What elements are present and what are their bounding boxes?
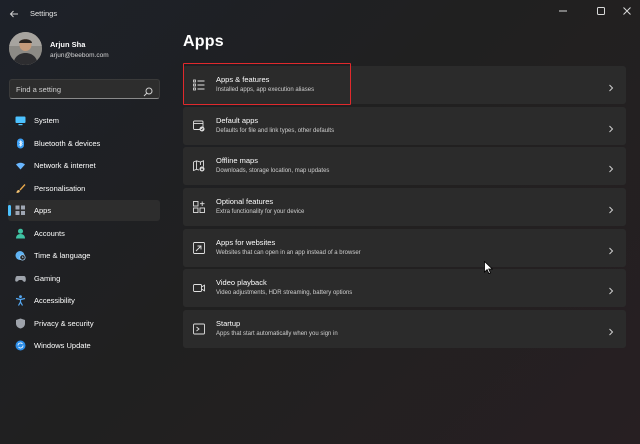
user-name: Arjun Sha xyxy=(50,40,86,49)
update-icon xyxy=(15,340,26,351)
apps-icon xyxy=(15,205,26,216)
card-apps-features[interactable]: Apps & features Installed apps, app exec… xyxy=(183,66,626,104)
search-icon xyxy=(143,84,153,102)
monitor-icon xyxy=(15,115,26,126)
card-offline-maps[interactable]: Offline maps Downloads, storage location… xyxy=(183,147,626,186)
sidebar-item-apps[interactable]: Apps xyxy=(8,200,160,221)
sidebar-item-label: Bluetooth & devices xyxy=(34,138,101,148)
chevron-right-icon xyxy=(607,283,615,295)
user-email: arjun@beebom.com xyxy=(50,52,109,59)
sidebar-item-label: Time & language xyxy=(34,251,91,260)
card-title: Apps for websites xyxy=(216,237,276,247)
card-subtitle: Defaults for file and link types, other … xyxy=(216,127,335,134)
card-title: Optional features xyxy=(216,197,274,207)
map-download-icon xyxy=(193,160,205,172)
card-subtitle: Installed apps, app execution aliases xyxy=(216,87,315,93)
sidebar-item-network[interactable]: Network & internet xyxy=(8,155,160,176)
sidebar-item-label: Accessibility xyxy=(34,296,75,305)
default-apps-icon xyxy=(193,120,205,132)
card-subtitle: Websites that can open in an app instead… xyxy=(216,249,361,256)
wifi-icon xyxy=(15,160,26,171)
add-features-icon xyxy=(193,201,205,214)
mouse-pointer-icon xyxy=(484,260,494,279)
card-startup[interactable]: Startup Apps that start automatically wh… xyxy=(183,310,626,349)
bluetooth-icon xyxy=(15,138,26,149)
sidebar-item-label: Apps xyxy=(34,206,52,215)
sidebar-nav: System Bluetooth & devices Network & int… xyxy=(8,110,160,358)
chevron-right-icon xyxy=(607,80,615,92)
card-subtitle: Downloads, storage location, map updates xyxy=(216,168,330,175)
close-icon[interactable] xyxy=(616,4,638,18)
search-placeholder: Find a setting xyxy=(16,85,62,94)
card-title: Offline maps xyxy=(216,156,258,166)
sidebar-item-label: Privacy & security xyxy=(34,318,94,328)
video-icon xyxy=(193,282,205,294)
card-title: Video playback xyxy=(216,278,267,288)
sidebar-item-system[interactable]: System xyxy=(8,110,160,131)
sidebar-item-privacy[interactable]: Privacy & security xyxy=(8,313,160,334)
sidebar-item-windows-update[interactable]: Windows Update xyxy=(8,335,160,356)
card-title: Apps & features xyxy=(216,75,270,84)
shield-icon xyxy=(15,318,26,329)
link-window-icon xyxy=(193,241,205,254)
card-title: Startup xyxy=(216,319,241,329)
avatar[interactable] xyxy=(9,32,42,65)
card-subtitle: Extra functionality for your device xyxy=(216,209,305,216)
controller-icon xyxy=(15,273,26,284)
brush-icon xyxy=(15,183,26,194)
sidebar-item-label: Gaming xyxy=(34,273,61,283)
card-subtitle: Apps that start automatically when you s… xyxy=(216,331,338,338)
chevron-right-icon xyxy=(607,202,615,214)
chevron-right-icon xyxy=(607,121,615,133)
card-optional-features[interactable]: Optional features Extra functionality fo… xyxy=(183,188,626,227)
title-bar: Settings xyxy=(0,0,640,28)
selection-indicator xyxy=(8,205,11,216)
person-icon xyxy=(15,228,26,239)
startup-icon xyxy=(193,323,205,335)
sidebar-item-accounts[interactable]: Accounts xyxy=(8,223,160,244)
sidebar-item-label: Network & internet xyxy=(34,161,96,170)
search-input[interactable]: Find a setting xyxy=(9,79,160,99)
chevron-right-icon xyxy=(607,324,615,336)
back-arrow-icon[interactable] xyxy=(6,6,22,22)
chevron-right-icon xyxy=(607,243,615,255)
card-video-playback[interactable]: Video playback Video adjustments, HDR st… xyxy=(183,269,626,308)
sidebar-item-label: System xyxy=(34,116,60,125)
minimize-icon[interactable] xyxy=(552,4,574,18)
settings-card-list: Apps & features Installed apps, app exec… xyxy=(183,66,626,351)
card-subtitle: Video adjustments, HDR streaming, batter… xyxy=(216,290,353,297)
apps-list-icon xyxy=(193,79,205,91)
card-title: Default apps xyxy=(216,115,259,125)
sidebar-item-label: Personalisation xyxy=(34,183,86,193)
sidebar-item-accessibility[interactable]: Accessibility xyxy=(8,290,160,311)
sidebar-item-gaming[interactable]: Gaming xyxy=(8,268,160,289)
sidebar-item-label: Windows Update xyxy=(34,341,91,350)
sidebar-item-personalisation[interactable]: Personalisation xyxy=(8,178,160,199)
window-title: Settings xyxy=(30,9,58,18)
sidebar-item-time-language[interactable]: Time & language xyxy=(8,245,160,266)
sidebar-item-label: Accounts xyxy=(34,228,65,238)
accessibility-icon xyxy=(15,295,26,306)
sidebar-item-bluetooth[interactable]: Bluetooth & devices xyxy=(8,133,160,154)
chevron-right-icon xyxy=(607,161,615,173)
card-apps-for-websites[interactable]: Apps for websites Websites that can open… xyxy=(183,228,626,267)
page-title: Apps xyxy=(183,33,224,50)
maximize-icon[interactable] xyxy=(590,4,612,18)
globe-clock-icon xyxy=(15,250,26,261)
card-default-apps[interactable]: Default apps Defaults for file and link … xyxy=(183,106,626,145)
